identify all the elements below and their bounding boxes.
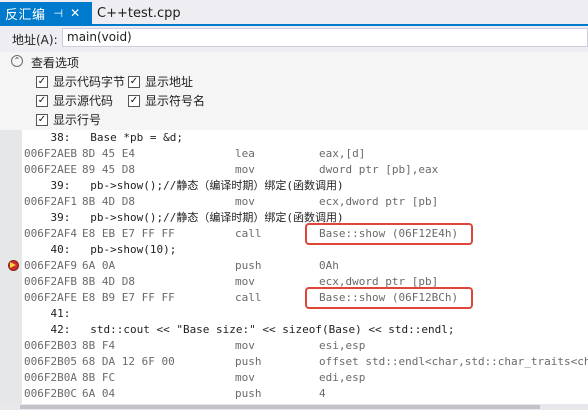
instruction-address: 006F2AFE: [24, 291, 77, 304]
checkbox-show-line-numbers[interactable]: ✓: [36, 113, 48, 126]
checkbox-show-address[interactable]: ✓: [128, 75, 140, 88]
operands: Base::show (06F12BCh): [319, 291, 459, 304]
operands: 4: [319, 387, 326, 400]
operands: esi,esp: [319, 339, 366, 352]
instruction-address: 006F2AEB: [24, 147, 77, 160]
source-line[interactable]: 41:: [24, 306, 70, 322]
mnemonic: mov: [235, 275, 255, 288]
mnemonic: push: [235, 387, 262, 400]
instruction-address: 006F2AF4: [24, 227, 77, 240]
instruction-address: 006F2AF9: [24, 259, 77, 272]
instruction-address: 006F2AFB: [24, 275, 77, 288]
code-bytes: 8B FC: [82, 371, 116, 384]
disassembly-line[interactable]: 006F2AF1 8B 4D D8 mov ecx,dword ptr [pb]: [24, 194, 588, 210]
source-line[interactable]: 39: pb->show();//静态（编译时期）绑定(函数调用): [24, 178, 343, 194]
operands: ecx,dword ptr [pb]: [319, 195, 439, 208]
view-options-title: 查看选项: [31, 56, 80, 70]
source-line[interactable]: 39: pb->show();//静态（编译时期）绑定(函数调用): [24, 210, 343, 226]
tab-disassembly[interactable]: 反汇编 ⊣ ✕: [0, 2, 92, 24]
horizontal-scrollbar-thumb[interactable]: [20, 405, 540, 409]
collapse-options-icon[interactable]: ⌃: [11, 55, 23, 67]
option-show-source[interactable]: ✓ 显示源代码: [36, 92, 113, 109]
option-show-line-numbers-label: 显示行号: [53, 113, 102, 127]
document-tab-strip: 反汇编 ⊣ ✕ C++test.cpp: [0, 0, 588, 24]
option-show-source-label: 显示源代码: [53, 94, 114, 108]
tab-disassembly-label: 反汇编: [5, 7, 46, 23]
tab-cpp-file[interactable]: C++test.cpp: [97, 2, 181, 24]
instruction-address: 006F2B0A: [24, 371, 77, 384]
instruction-address: 006F2B03: [24, 339, 77, 352]
mnemonic: lea: [235, 147, 255, 160]
operands: dword ptr [pb],eax: [319, 163, 439, 176]
address-bar: 地址(A): main(void): [0, 26, 588, 50]
tab-cpp-file-label: C++test.cpp: [97, 5, 181, 21]
pin-icon[interactable]: ⊣: [54, 7, 64, 20]
operands: offset std::endl<char,std::char_traits<c…: [319, 355, 588, 368]
option-show-address-label: 显示地址: [145, 75, 194, 89]
code-bytes: 8B F4: [82, 339, 116, 352]
operands: 0Ah: [319, 259, 339, 272]
disassembly-line[interactable]: 006F2B0A 8B FC mov edi,esp: [24, 370, 588, 386]
mnemonic: mov: [235, 163, 255, 176]
code-bytes: 8B 4D D8: [82, 195, 135, 208]
mnemonic: call: [235, 227, 262, 240]
code-bytes: 6A 04: [82, 387, 116, 400]
code-bytes: 8B 4D D8: [82, 275, 135, 288]
code-bytes: E8 B9 E7 FF FF: [82, 291, 175, 304]
disassembly-code-view[interactable]: 38: Base *pb = &d; 006F2AEB 8D 45 E4 lea eax…: [0, 130, 588, 410]
address-input[interactable]: main(void): [62, 28, 588, 47]
address-label: 地址(A):: [12, 33, 58, 47]
mnemonic: mov: [235, 339, 255, 352]
view-options-panel: ⌃ 查看选项 ✓ 显示代码字节 ✓ 显示地址 ✓ 显示源代码 ✓ 显示符号名 ✓…: [0, 52, 588, 130]
disassembly-line[interactable]: 006F2AF9 6A 0A push 0Ah: [24, 258, 588, 274]
source-line[interactable]: 42: std::cout << "Base size:" << sizeof(…: [24, 322, 454, 338]
option-show-symbol-names-label: 显示符号名: [145, 94, 206, 108]
checkbox-show-source[interactable]: ✓: [36, 94, 48, 107]
mnemonic: push: [235, 259, 262, 272]
instruction-address: 006F2B0C: [24, 387, 77, 400]
disassembly-line[interactable]: 006F2AF4 E8 EB E7 FF FF call Base::show (06…: [24, 226, 588, 242]
disassembly-line[interactable]: 006F2B0C 6A 04 push 4: [24, 386, 588, 402]
mnemonic: mov: [235, 371, 255, 384]
source-line[interactable]: 38: Base *pb = &d;: [24, 130, 182, 146]
instruction-address: 006F2AF1: [24, 195, 77, 208]
code-bytes: 68 DA 12 6F 00: [82, 355, 175, 368]
source-line[interactable]: 40: pb->show(10);: [24, 242, 176, 258]
option-show-code-bytes-label: 显示代码字节: [53, 75, 126, 89]
code-bytes: 8D 45 E4: [82, 147, 135, 160]
code-bytes: E8 EB E7 FF FF: [82, 227, 175, 240]
mnemonic: mov: [235, 195, 255, 208]
option-show-line-numbers[interactable]: ✓ 显示行号: [36, 111, 101, 128]
disassembly-line[interactable]: 006F2AEB 8D 45 E4 lea eax,[d]: [24, 146, 588, 162]
disassembly-line[interactable]: 006F2B05 68 DA 12 6F 00 push offset std::en…: [24, 354, 588, 370]
code-bytes: 89 45 D8: [82, 163, 135, 176]
checkbox-show-code-bytes[interactable]: ✓: [36, 75, 48, 88]
option-show-code-bytes[interactable]: ✓ 显示代码字节: [36, 73, 125, 90]
disassembly-line[interactable]: 006F2AFE E8 B9 E7 FF FF call Base::show (06…: [24, 290, 588, 306]
mnemonic: call: [235, 291, 262, 304]
disassembly-line[interactable]: 006F2AEE 89 45 D8 mov dword ptr [pb],eax: [24, 162, 588, 178]
operands: Base::show (06F12E4h): [319, 227, 459, 240]
instruction-address: 006F2AEE: [24, 163, 77, 176]
mnemonic: push: [235, 355, 262, 368]
close-icon[interactable]: ✕: [70, 6, 80, 20]
option-show-address[interactable]: ✓ 显示地址: [128, 73, 193, 90]
operands: edi,esp: [319, 371, 366, 384]
operands: eax,[d]: [319, 147, 366, 160]
checkbox-show-symbol-names[interactable]: ✓: [128, 94, 140, 107]
code-bytes: 6A 0A: [82, 259, 116, 272]
disassembly-line[interactable]: 006F2B03 8B F4 mov esi,esp: [24, 338, 588, 354]
current-instruction-arrow-icon: [10, 262, 16, 268]
option-show-symbol-names[interactable]: ✓ 显示符号名: [128, 92, 205, 109]
instruction-address: 006F2B05: [24, 355, 77, 368]
